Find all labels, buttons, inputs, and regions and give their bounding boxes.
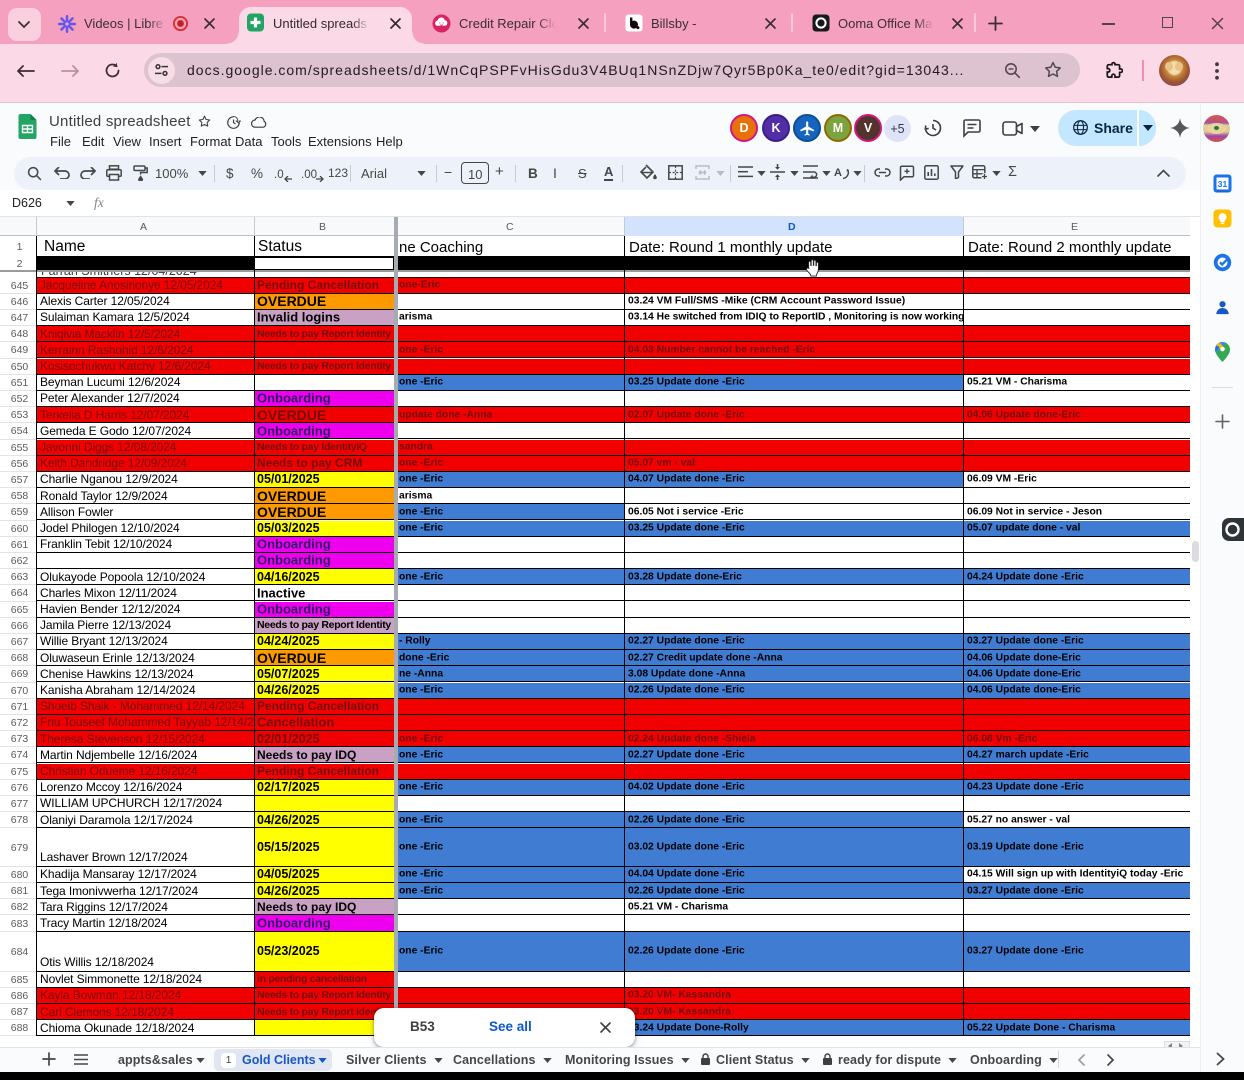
svg-text:A: A — [834, 167, 842, 179]
svg-text:31: 31 — [1218, 179, 1228, 189]
